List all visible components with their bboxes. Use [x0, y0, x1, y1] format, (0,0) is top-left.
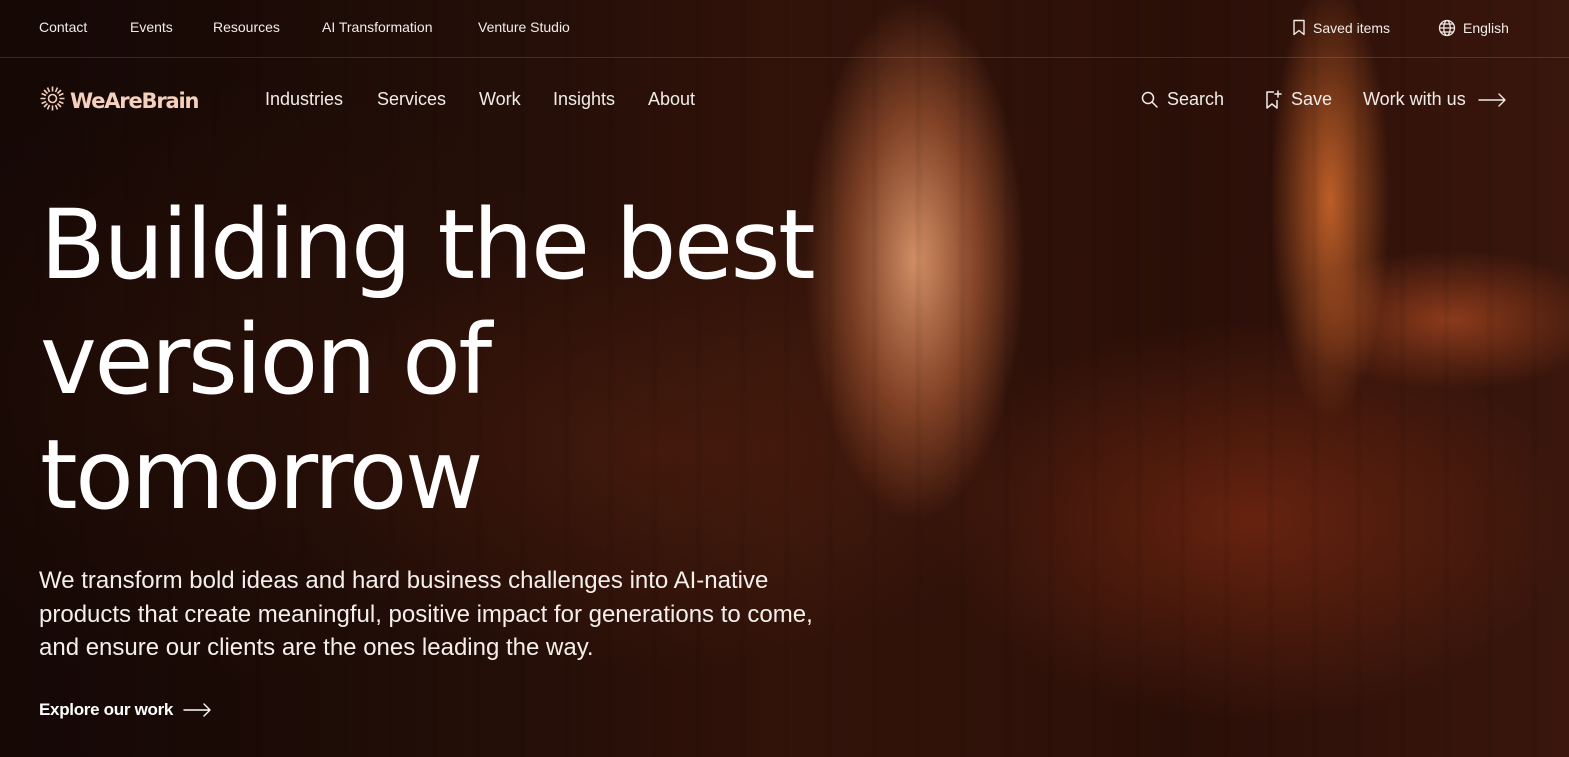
search-button[interactable]: Search: [1141, 89, 1224, 110]
nav-link-work[interactable]: Work: [479, 89, 521, 110]
bookmark-icon: [1292, 19, 1306, 36]
nav-link-industries[interactable]: Industries: [265, 89, 343, 110]
explore-our-work-link[interactable]: Explore our work: [39, 700, 212, 720]
bookmark-add-icon: [1265, 89, 1282, 110]
utility-link-contact[interactable]: Contact: [39, 19, 87, 35]
save-button[interactable]: Save: [1265, 89, 1332, 110]
nav-link-services[interactable]: Services: [377, 89, 446, 110]
search-icon: [1141, 91, 1158, 108]
nav-link-about[interactable]: About: [648, 89, 695, 110]
saved-items-label: Saved items: [1313, 19, 1391, 36]
logo[interactable]: WeAreBrain: [39, 85, 199, 117]
utility-link-ai-transformation[interactable]: AI Transformation: [322, 19, 433, 35]
utility-link-venture-studio[interactable]: Venture Studio: [478, 19, 570, 35]
utility-link-events[interactable]: Events: [130, 19, 173, 35]
hero-title: Building the best version of tomorrow: [40, 188, 840, 533]
explore-our-work-label: Explore our work: [39, 700, 174, 719]
main-navigation: WeAreBrain Industries Services Work Insi…: [0, 59, 1569, 139]
arrow-right-icon: [1478, 92, 1507, 107]
language-label: English: [1463, 20, 1509, 36]
logo-wordmark: WeAreBrain: [70, 89, 199, 113]
hero-title-line: tomorrow: [40, 419, 484, 531]
saved-items-link[interactable]: Saved items: [1292, 19, 1390, 36]
brain-logo-icon: [39, 85, 66, 117]
save-label: Save: [1291, 89, 1333, 109]
hero-title-line: version of: [40, 304, 492, 416]
globe-icon: [1438, 19, 1456, 37]
arrow-right-icon: [183, 703, 212, 717]
hero-title-line: Building the best: [40, 189, 816, 301]
search-label: Search: [1167, 89, 1225, 109]
language-selector[interactable]: English: [1438, 19, 1509, 37]
utility-link-resources[interactable]: Resources: [213, 19, 280, 35]
hero-description: We transform bold ideas and hard busines…: [39, 567, 813, 661]
work-with-us-button[interactable]: Work with us: [1363, 89, 1507, 110]
utility-bar: Contact Events Resources AI Transformati…: [0, 0, 1569, 58]
work-with-us-label: Work with us: [1363, 89, 1466, 109]
nav-link-insights[interactable]: Insights: [553, 89, 615, 110]
